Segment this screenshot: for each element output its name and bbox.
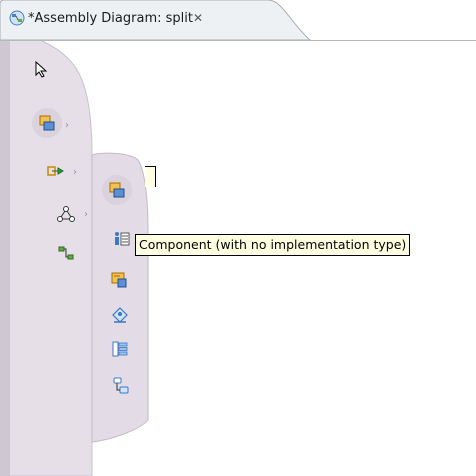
connection-icon[interactable] <box>57 244 75 262</box>
tab-divider <box>0 40 476 41</box>
submenu-chevron-icon[interactable]: › <box>73 168 77 178</box>
component-category-icon[interactable] <box>38 114 56 132</box>
import-export-icon[interactable] <box>46 162 64 180</box>
component-with-role-icon[interactable] <box>113 230 131 248</box>
submenu-chevron-icon[interactable]: › <box>65 121 69 131</box>
component-untyped-icon[interactable] <box>110 271 128 289</box>
partial-tooltip-fragment <box>145 166 156 187</box>
state-machine-icon[interactable] <box>112 376 130 394</box>
editor-tab-title: *Assembly Diagram: split <box>28 11 193 26</box>
component-icon[interactable] <box>108 181 126 199</box>
assembly-diagram-icon <box>9 10 25 26</box>
human-task-icon[interactable] <box>111 306 129 324</box>
submenu-chevron-icon[interactable]: › <box>84 210 88 220</box>
close-icon[interactable]: ✕ <box>193 11 203 25</box>
pointer-arrow-icon[interactable] <box>33 60 51 78</box>
mediation-icon[interactable] <box>111 340 129 358</box>
tooltip: Component (with no implementation type) <box>135 234 411 256</box>
wiring-icon[interactable] <box>57 205 75 223</box>
editor-tab-bar: *Assembly Diagram: split ✕ <box>0 0 476 41</box>
